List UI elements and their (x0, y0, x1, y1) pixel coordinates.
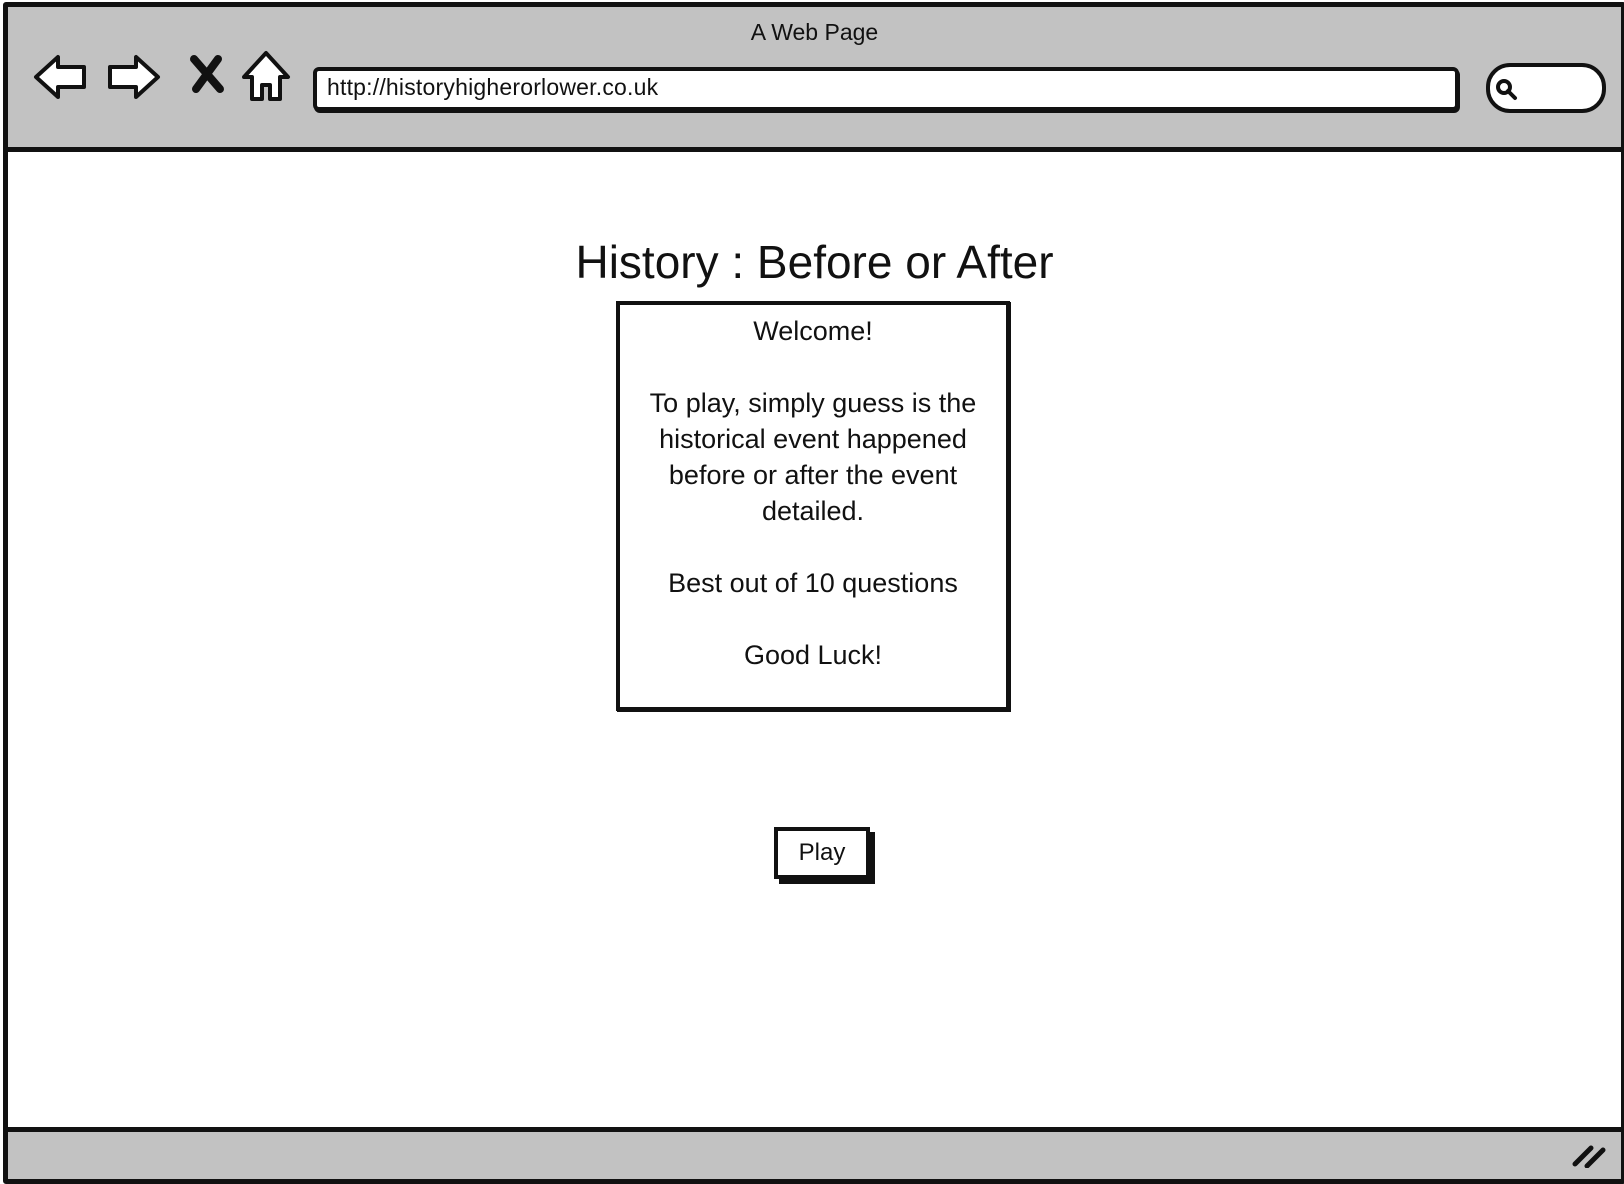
forward-arrow-icon[interactable] (104, 51, 162, 103)
welcome-good-luck: Good Luck! (743, 640, 883, 670)
browser-toolbar: A Web Page http://historyhigherorlower.c… (8, 7, 1621, 152)
welcome-best-of: Best out of 10 questions (668, 568, 958, 598)
address-bar-url: http://historyhigherorlower.co.uk (327, 74, 659, 100)
welcome-instructions: To play, simply guess is the historical … (649, 388, 977, 526)
search-icon (1494, 77, 1520, 108)
status-bar (8, 1127, 1621, 1179)
search-input[interactable] (1486, 63, 1606, 113)
back-arrow-icon[interactable] (32, 51, 90, 103)
play-button[interactable]: Play (774, 827, 870, 879)
home-icon[interactable] (240, 49, 292, 105)
browser-window: A Web Page http://historyhigherorlower.c… (3, 2, 1624, 1184)
close-icon[interactable] (188, 53, 226, 95)
window-title: A Web Page (750, 19, 879, 45)
page-title: History : Before or After (575, 235, 1054, 288)
resize-handle-icon[interactable] (1571, 1140, 1607, 1173)
welcome-panel: Welcome! To play, simply guess is the hi… (616, 301, 1010, 711)
welcome-title: Welcome! (753, 316, 873, 346)
address-bar[interactable]: http://historyhigherorlower.co.uk (313, 67, 1459, 111)
page-content: History : Before or After Welcome! To pl… (8, 152, 1621, 1127)
